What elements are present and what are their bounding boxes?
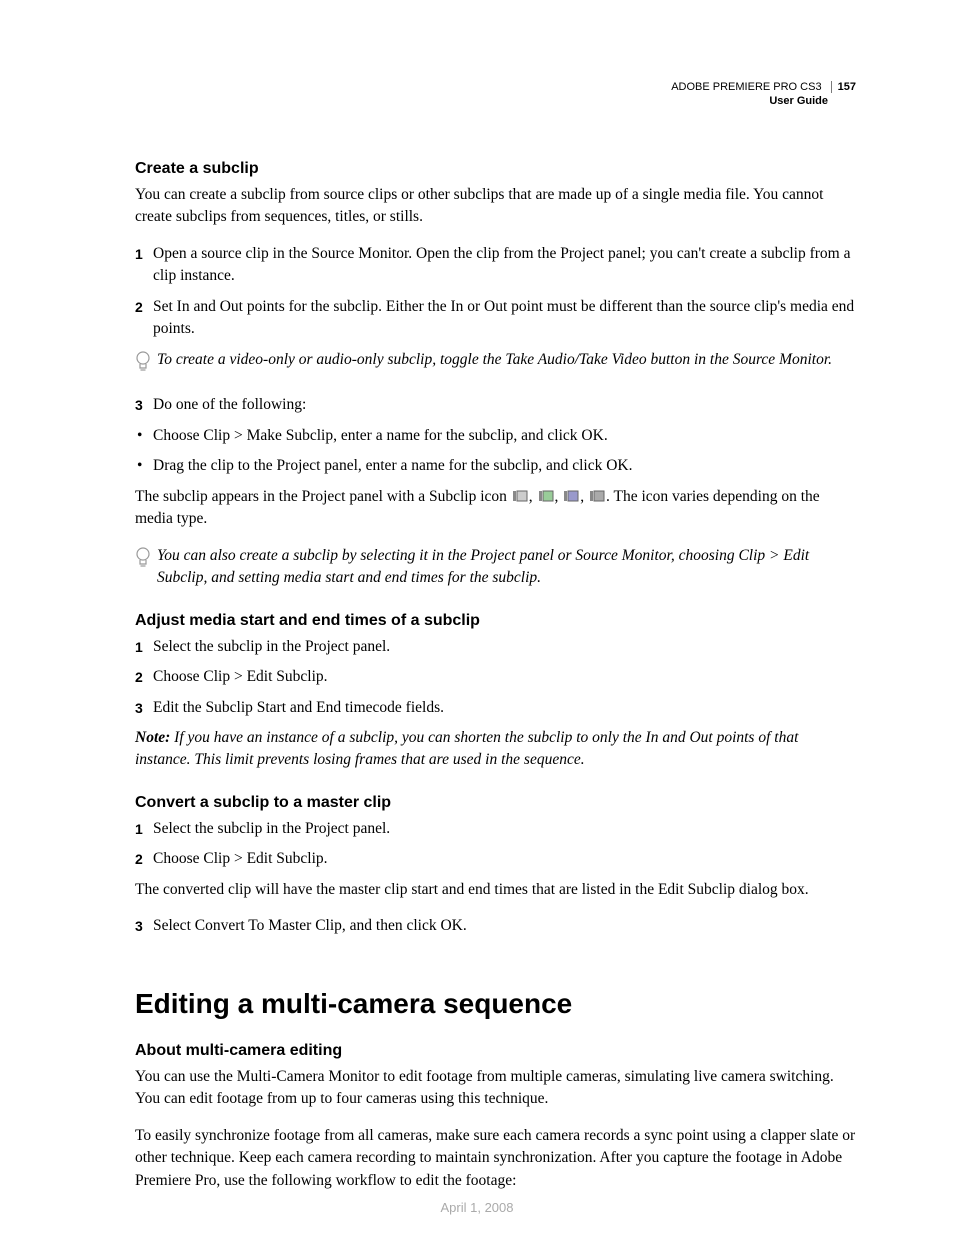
heading-adjust-times: Adjust media start and end times of a su… (135, 612, 856, 630)
tip: To create a video-only or audio-only sub… (135, 349, 856, 380)
step-2: 2Choose Clip > Edit Subclip. (135, 848, 856, 870)
section-heading-multicam: Editing a multi-camera sequence (135, 988, 856, 1020)
lightbulb-icon (135, 545, 157, 590)
heading-about-multicam: About multi-camera editing (135, 1042, 856, 1060)
note: Note: If you have an instance of a subcl… (135, 727, 856, 772)
step-3: 3Select Convert To Master Clip, and then… (135, 915, 856, 937)
tip: You can also create a subclip by selecti… (135, 545, 856, 590)
step-2: 2Choose Clip > Edit Subclip. (135, 666, 856, 688)
page-number: 157 (831, 81, 856, 93)
footer-date: April 1, 2008 (0, 1200, 954, 1215)
content: Create a subclip You can create a subcli… (135, 160, 856, 1192)
product-name: ADOBE PREMIERE PRO CS3 (671, 81, 821, 93)
body-text: To easily synchronize footage from all c… (135, 1125, 856, 1192)
step-1: 1Select the subclip in the Project panel… (135, 818, 856, 840)
step-3: 3Edit the Subclip Start and End timecode… (135, 697, 856, 719)
subclip-icon (538, 488, 554, 502)
lightbulb-icon (135, 349, 157, 380)
body-text: The subclip appears in the Project panel… (135, 486, 856, 531)
guide-label: User Guide (671, 94, 828, 108)
heading-create-subclip: Create a subclip (135, 160, 856, 178)
subclip-icon (589, 488, 605, 502)
step-3: 3Do one of the following: (135, 394, 856, 416)
body-text: The converted clip will have the master … (135, 879, 856, 901)
subclip-icon (563, 488, 579, 502)
bullet-item: •Drag the clip to the Project panel, ent… (135, 455, 856, 477)
body-text: You can create a subclip from source cli… (135, 184, 856, 229)
body-text: You can use the Multi-Camera Monitor to … (135, 1066, 856, 1111)
step-1: 1Open a source clip in the Source Monito… (135, 243, 856, 288)
step-1: 1Select the subclip in the Project panel… (135, 636, 856, 658)
subclip-icon (512, 488, 528, 502)
step-2: 2Set In and Out points for the subclip. … (135, 296, 856, 341)
heading-convert-master: Convert a subclip to a master clip (135, 794, 856, 812)
page-header: ADOBE PREMIERE PRO CS3 157 User Guide (671, 80, 856, 109)
page: ADOBE PREMIERE PRO CS3 157 User Guide Cr… (0, 0, 954, 1235)
bullet-item: •Choose Clip > Make Subclip, enter a nam… (135, 425, 856, 447)
